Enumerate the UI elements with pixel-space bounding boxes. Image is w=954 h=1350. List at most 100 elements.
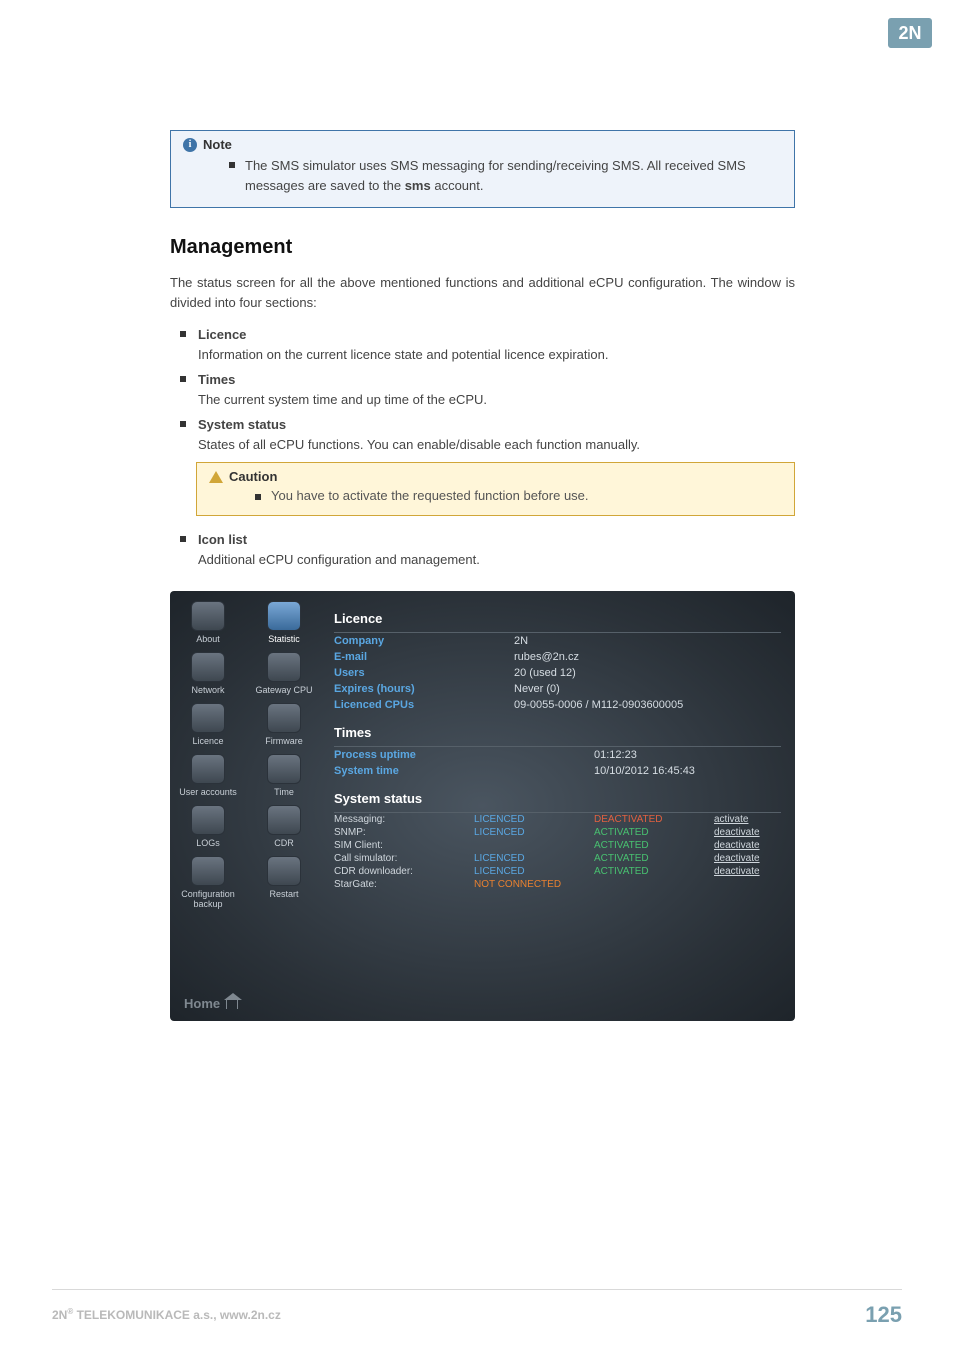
note-text: The SMS simulator uses SMS messaging for… xyxy=(245,156,782,195)
sidebar-item-label: Network xyxy=(170,685,246,695)
firmware-icon xyxy=(267,703,301,733)
status-action xyxy=(714,879,781,890)
def-times: Times The current system time and up tim… xyxy=(198,370,795,409)
status-action-link[interactable]: activate xyxy=(714,814,748,825)
home-link[interactable]: Home xyxy=(184,996,238,1011)
status-row: Call simulator:LICENCEDACTIVATEDdeactiva… xyxy=(334,852,781,865)
status-action: activate xyxy=(714,814,781,825)
status-action-link[interactable]: deactivate xyxy=(714,840,760,851)
sidebar-item-label: LOGs xyxy=(170,838,246,848)
status-action: deactivate xyxy=(714,866,781,877)
status-licence: LICENCED xyxy=(474,866,594,877)
sidebar-item-user-accounts[interactable]: User accounts xyxy=(170,754,246,797)
status-action: deactivate xyxy=(714,853,781,864)
brand-logo: 2N xyxy=(888,18,932,48)
definition-list-2: Icon list Additional eCPU configuration … xyxy=(170,530,795,569)
status-state: ACTIVATED xyxy=(594,866,714,877)
status-row: SIM Client:ACTIVATEDdeactivate xyxy=(334,839,781,852)
note-body: The SMS simulator uses SMS messaging for… xyxy=(183,152,782,195)
status-action-link[interactable]: deactivate xyxy=(714,866,760,877)
caution-body: You have to activate the requested funct… xyxy=(209,484,782,503)
def-system-status: System status States of all eCPU functio… xyxy=(198,415,795,454)
licence-value: 20 (used 12) xyxy=(514,667,576,679)
home-label: Home xyxy=(184,996,220,1011)
statistic-icon xyxy=(267,601,301,631)
licence-value: rubes@2n.cz xyxy=(514,651,579,663)
status-state: ACTIVATED xyxy=(594,853,714,864)
status-name: Messaging: xyxy=(334,814,474,825)
sidebar-item-gateway-cpu[interactable]: Gateway CPU xyxy=(246,652,322,695)
sidebar-item-logs[interactable]: LOGs xyxy=(170,805,246,848)
times-label: Process uptime xyxy=(334,749,594,761)
caution-text: You have to activate the requested funct… xyxy=(271,488,589,503)
about-icon xyxy=(191,601,225,631)
network-icon xyxy=(191,652,225,682)
sidebar-item-configuration-backup[interactable]: Configuration backup xyxy=(170,856,246,909)
note-callout: i Note The SMS simulator uses SMS messag… xyxy=(170,130,795,208)
caution-title-row: Caution xyxy=(209,469,782,484)
times-heading: Times xyxy=(334,719,781,747)
note-title: Note xyxy=(203,137,232,152)
info-icon: i xyxy=(183,138,197,152)
status-row: Messaging:LICENCEDDEACTIVATEDactivate xyxy=(334,813,781,826)
user-accounts-icon xyxy=(191,754,225,784)
status-licence xyxy=(474,840,594,851)
def-icon-list: Icon list Additional eCPU configuration … xyxy=(198,530,795,569)
licence-row: Company2N xyxy=(334,633,781,649)
sidebar-item-label: Firmware xyxy=(246,736,322,746)
configuration-backup-icon xyxy=(191,856,225,886)
page-content: i Note The SMS simulator uses SMS messag… xyxy=(170,130,795,1021)
logs-icon xyxy=(191,805,225,835)
management-screenshot: AboutStatistic NetworkGateway CPULicenceF… xyxy=(170,591,795,1021)
page-number: 125 xyxy=(865,1302,902,1328)
licence-label: Users xyxy=(334,667,514,679)
sidebar-item-network[interactable]: Network xyxy=(170,652,246,695)
footer-left: 2N® TELEKOMUNIKACE a.s., www.2n.cz xyxy=(52,1307,281,1322)
sidebar-item-label: Restart xyxy=(246,889,322,899)
licence-row: Licenced CPUs09-0055-0006 / M112-0903600… xyxy=(334,697,781,713)
status-action-link[interactable]: deactivate xyxy=(714,853,760,864)
gateway-cpu-icon xyxy=(267,652,301,682)
licence-label: Company xyxy=(334,635,514,647)
status-action-link[interactable]: deactivate xyxy=(714,827,760,838)
status-licence: LICENCED xyxy=(474,814,594,825)
restart-icon xyxy=(267,856,301,886)
caution-callout: Caution You have to activate the request… xyxy=(196,462,795,516)
sidebar-item-label: Statistic xyxy=(246,634,322,644)
sidebar-item-label: User accounts xyxy=(170,787,246,797)
warning-icon xyxy=(209,471,223,483)
status-licence: LICENCED xyxy=(474,827,594,838)
sidebar-item-label: Configuration backup xyxy=(170,889,246,909)
times-row: Process uptime01:12:23 xyxy=(334,747,781,763)
management-intro: The status screen for all the above ment… xyxy=(170,273,795,313)
sidebar-item-label: Gateway CPU xyxy=(246,685,322,695)
licence-row: E-mailrubes@2n.cz xyxy=(334,649,781,665)
note-title-row: i Note xyxy=(183,137,782,152)
status-licence: LICENCED xyxy=(474,853,594,864)
status-row: SNMP:LICENCEDACTIVATEDdeactivate xyxy=(334,826,781,839)
caution-title: Caution xyxy=(229,469,277,484)
status-licence: NOT CONNECTED xyxy=(474,879,594,890)
sidebar-item-time[interactable]: Time xyxy=(246,754,322,797)
licence-row: Users20 (used 12) xyxy=(334,665,781,681)
status-state: ACTIVATED xyxy=(594,840,714,851)
sidebar: AboutStatistic NetworkGateway CPULicenceF… xyxy=(170,601,322,909)
licence-value: Never (0) xyxy=(514,683,560,695)
licence-icon xyxy=(191,703,225,733)
times-value: 10/10/2012 16:45:43 xyxy=(594,765,695,777)
times-label: System time xyxy=(334,765,594,777)
sidebar-item-firmware[interactable]: Firmware xyxy=(246,703,322,746)
sidebar-item-statistic[interactable]: Statistic xyxy=(246,601,322,644)
footer-rule xyxy=(52,1289,902,1290)
sidebar-item-about[interactable]: About xyxy=(170,601,246,644)
status-name: CDR downloader: xyxy=(334,866,474,877)
sidebar-item-licence[interactable]: Licence xyxy=(170,703,246,746)
sidebar-item-restart[interactable]: Restart xyxy=(246,856,322,909)
sidebar-item-label: About xyxy=(170,634,246,644)
definition-list: Licence Information on the current licen… xyxy=(170,325,795,454)
sidebar-item-cdr[interactable]: CDR xyxy=(246,805,322,848)
def-licence: Licence Information on the current licen… xyxy=(198,325,795,364)
status-state: ACTIVATED xyxy=(594,827,714,838)
status-name: SNMP: xyxy=(334,827,474,838)
licence-row: Expires (hours)Never (0) xyxy=(334,681,781,697)
